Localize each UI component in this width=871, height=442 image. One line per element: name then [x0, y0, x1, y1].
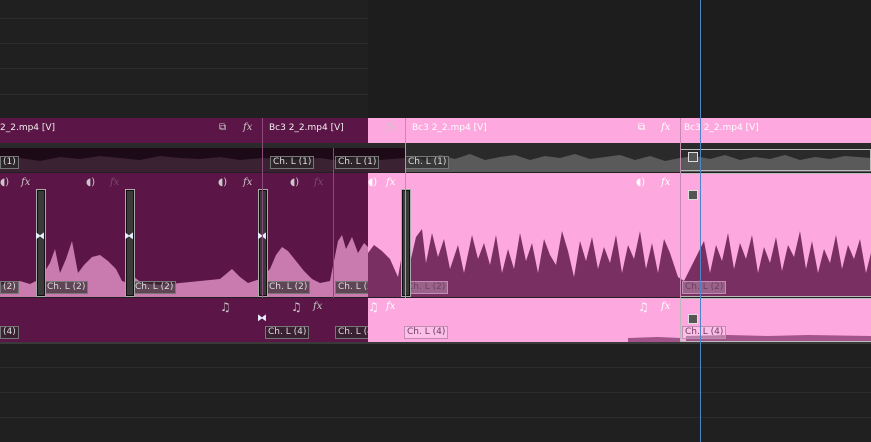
speaker-icon[interactable]: ◖): [290, 177, 299, 188]
channel-label: (2): [0, 281, 19, 294]
audio-clip-a2-selected[interactable]: ◖) fx ◖) fx ◖) fx ◖) fx (2) Ch. L (2) Ch…: [0, 173, 368, 297]
audio-clip-a4-outline: [680, 298, 871, 342]
fx-icon[interactable]: fx: [386, 122, 395, 133]
transition-marker-icon[interactable]: ⧓: [35, 231, 45, 242]
channel-label: (4): [0, 326, 19, 339]
audio-clip-a2-outline: [680, 173, 871, 297]
fx-icon[interactable]: fx: [21, 177, 30, 188]
music-icon[interactable]: ♫: [638, 300, 649, 314]
fx-icon[interactable]: fx: [243, 122, 252, 133]
video-clip-selected[interactable]: 2_2.mp4 [V] ⧉ fx Bc3 2_2.mp4 [V]: [0, 118, 368, 143]
channel-label: Ch. L (2): [44, 281, 89, 294]
music-icon[interactable]: ♫: [368, 300, 379, 314]
keyframe-icon[interactable]: [688, 314, 698, 324]
speaker-icon[interactable]: ◖): [368, 177, 377, 188]
audio-clip-a1-selected[interactable]: (1) Ch. L (1) Ch. L (1): [0, 148, 405, 172]
waveform-a2: [0, 235, 368, 297]
edit-point-handle[interactable]: [37, 190, 45, 296]
fx-icon[interactable]: fx: [661, 177, 670, 188]
channel-label: Ch. L (4): [404, 326, 449, 339]
fx-icon[interactable]: fx: [313, 301, 322, 312]
channel-label: Ch. L (2): [404, 281, 449, 294]
audio-clip-a1-outline: [680, 149, 871, 171]
fx-icon[interactable]: fx: [386, 301, 395, 312]
speaker-icon[interactable]: ◖): [218, 177, 227, 188]
track-area-right: [368, 0, 871, 118]
speaker-icon[interactable]: ◖): [86, 177, 95, 188]
fx-icon[interactable]: fx: [314, 177, 323, 188]
keyframe-icon[interactable]: [688, 152, 698, 162]
channel-label: Ch. L (4): [265, 326, 310, 339]
edit-point-handle[interactable]: [402, 190, 410, 296]
edit-point-handle[interactable]: [259, 190, 267, 296]
fx-icon[interactable]: fx: [661, 301, 670, 312]
channel-label: Ch. L (2): [335, 281, 368, 294]
music-icon[interactable]: ♫: [291, 300, 302, 314]
fx-icon[interactable]: fx: [110, 177, 119, 188]
keyframe-icon[interactable]: [688, 190, 698, 200]
transition-marker-icon[interactable]: ⧓: [124, 231, 134, 242]
video-clip-label: Bc3 2_2.mp4 [V]: [684, 123, 759, 133]
edit-point-handle[interactable]: [126, 190, 134, 296]
track-divider: [0, 392, 871, 393]
fx-icon[interactable]: fx: [386, 177, 395, 188]
video-clip-label: Bc3 2_2.mp4 [V]: [412, 123, 487, 133]
channel-label: Ch. L (2): [132, 281, 177, 294]
video-clip-label: 2_2.mp4 [V]: [0, 123, 56, 133]
channel-label: Ch. L (4): [335, 326, 368, 339]
channel-label: Ch. L (2): [266, 281, 311, 294]
link-icon[interactable]: ⧉: [219, 122, 226, 133]
track-divider: [0, 367, 871, 368]
speaker-icon[interactable]: ◖): [636, 177, 645, 188]
music-icon[interactable]: ♫: [220, 300, 231, 314]
channel-label: Ch. L (1): [335, 156, 380, 169]
video-clip-label: Bc3 2_2.mp4 [V]: [269, 123, 344, 133]
video-clip[interactable]: fx Bc3 2_2.mp4 [V] ⧉ fx Bc3 2_2.mp4 [V]: [368, 118, 871, 143]
transition-marker-icon[interactable]: ⧓: [257, 313, 267, 324]
playhead[interactable]: [700, 0, 701, 442]
audio-clip-a4-selected[interactable]: ♫ ♫ fx (4) Ch. L (4) Ch. L (4): [0, 298, 368, 342]
link-icon[interactable]: ⧉: [638, 122, 645, 133]
channel-label: (1): [0, 156, 19, 169]
track-divider: [0, 417, 871, 418]
fx-icon[interactable]: fx: [243, 177, 252, 188]
fx-icon[interactable]: fx: [661, 122, 670, 133]
track-bottom: [0, 342, 871, 344]
speaker-icon[interactable]: ◖): [0, 177, 9, 188]
channel-label: Ch. L (1): [270, 156, 315, 169]
channel-label: Ch. L (1): [405, 156, 450, 169]
